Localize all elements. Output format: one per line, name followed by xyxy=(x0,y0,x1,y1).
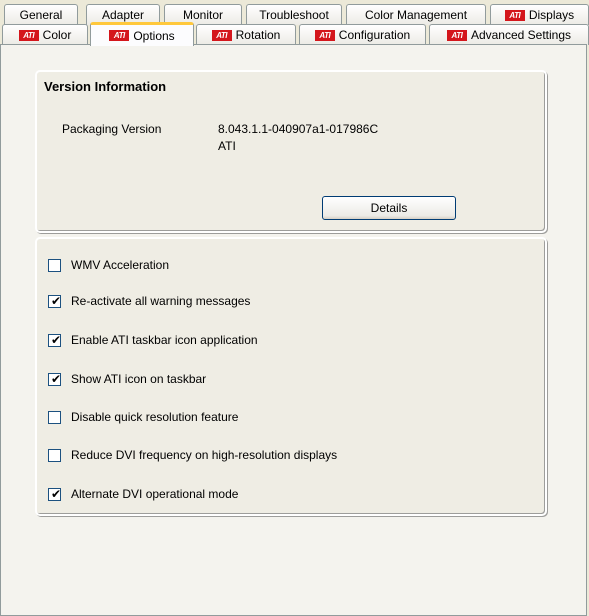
tab-label: Troubleshoot xyxy=(259,8,329,22)
checkmark-icon: ✔ xyxy=(51,293,62,308)
checkbox-box: ✔ xyxy=(48,371,62,386)
tab-rotation[interactable]: ATI Rotation xyxy=(196,24,296,45)
tab-label: Adapter xyxy=(101,8,145,22)
reduce-dvi-frequency-checkbox[interactable]: Reduce DVI frequency on high-resolution … xyxy=(48,447,337,463)
reactivate-warnings-checkbox[interactable]: ✔ Re-activate all warning messages xyxy=(48,293,250,309)
tab-label: Color xyxy=(42,28,72,42)
version-info-group: Version Information Packaging Version 8.… xyxy=(35,70,547,233)
options-panel: Version Information Packaging Version 8.… xyxy=(0,44,587,616)
details-button[interactable]: Details xyxy=(322,196,456,220)
alternate-dvi-mode-checkbox[interactable]: ✔ Alternate DVI operational mode xyxy=(48,486,238,502)
checkbox-label: Enable ATI taskbar icon application xyxy=(71,333,258,347)
ati-logo-icon: ATI xyxy=(314,29,335,41)
tab-color[interactable]: ATI Color xyxy=(2,24,88,45)
ati-logo-icon: ATI xyxy=(504,9,525,21)
vendor-value: ATI xyxy=(218,139,236,153)
tab-displays[interactable]: ATI Displays xyxy=(490,4,589,25)
checkbox-box xyxy=(48,448,61,462)
tab-label: Configuration xyxy=(338,28,411,42)
checkbox-box xyxy=(48,410,61,424)
tab-options[interactable]: ATI Options xyxy=(90,22,194,46)
ati-logo-icon: ATI xyxy=(109,30,130,41)
tab-general[interactable]: General xyxy=(4,4,78,25)
tab-color-management[interactable]: Color Management xyxy=(346,4,486,25)
disable-quick-resolution-checkbox[interactable]: Disable quick resolution feature xyxy=(48,409,238,425)
tab-configuration[interactable]: ATI Configuration xyxy=(299,24,426,45)
checkbox-label: Re-activate all warning messages xyxy=(71,294,251,308)
wmv-acceleration-checkbox[interactable]: WMV Acceleration xyxy=(48,257,169,273)
packaging-version-label: Packaging Version xyxy=(62,122,162,136)
tab-label: Options xyxy=(133,28,175,43)
tab-label: Monitor xyxy=(182,8,223,22)
tab-label: Rotation xyxy=(235,28,281,42)
tab-label: Color Management xyxy=(364,8,468,22)
ati-logo-icon: ATI xyxy=(446,29,467,41)
tab-row-2: ATI Color ATI Options ATI Rotation ATI Confi… xyxy=(0,22,589,46)
checkbox-box: ✔ xyxy=(48,293,62,308)
checkbox-label: Reduce DVI frequency on high-resolution … xyxy=(71,448,338,462)
tab-label: Advanced Settings xyxy=(470,28,572,42)
checkbox-box: ✔ xyxy=(48,486,62,501)
show-ati-icon-taskbar-checkbox[interactable]: ✔ Show ATI icon on taskbar xyxy=(48,371,206,387)
enable-taskbar-icon-app-checkbox[interactable]: ✔ Enable ATI taskbar icon application xyxy=(48,332,258,348)
checkbox-box: ✔ xyxy=(48,332,62,347)
checkmark-icon: ✔ xyxy=(51,486,62,501)
tab-label: General xyxy=(19,8,63,22)
tab-troubleshoot[interactable]: Troubleshoot xyxy=(246,4,342,25)
ati-logo-icon: ATI xyxy=(211,29,232,41)
checkmark-icon: ✔ xyxy=(51,371,62,386)
checkbox-label: Show ATI icon on taskbar xyxy=(71,372,207,386)
checkmark-icon: ✔ xyxy=(51,332,62,347)
ati-logo-icon: ATI xyxy=(18,29,39,41)
tab-advanced-settings[interactable]: ATI Advanced Settings xyxy=(429,24,589,45)
checkbox-label: Alternate DVI operational mode xyxy=(71,487,239,501)
checkbox-label: WMV Acceleration xyxy=(71,258,170,272)
packaging-version-value: 8.043.1.1-040907a1-017986C xyxy=(218,122,379,136)
version-info-title: Version Information xyxy=(44,79,167,94)
checkbox-box xyxy=(48,258,61,272)
details-button-label: Details xyxy=(370,201,408,215)
checkbox-label: Disable quick resolution feature xyxy=(71,410,239,424)
tab-label: Displays xyxy=(528,8,575,22)
